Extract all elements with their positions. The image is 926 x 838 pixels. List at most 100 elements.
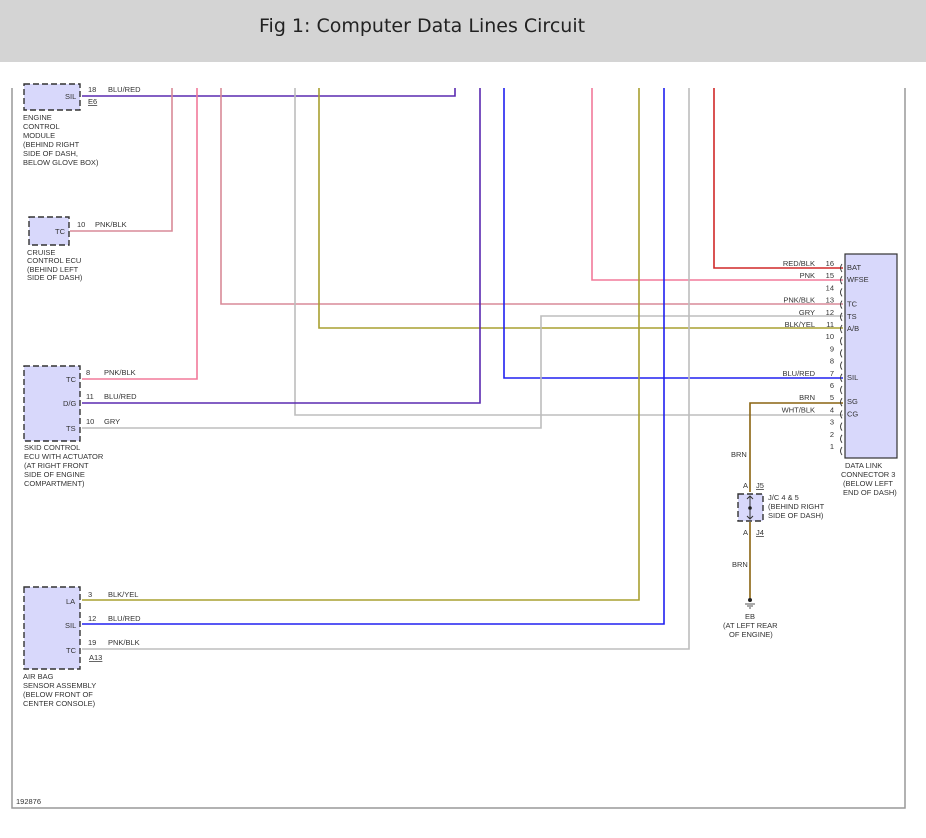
dlc-pin-number: 12 (826, 308, 834, 317)
label: A13 (89, 653, 102, 662)
label: 3 (88, 590, 92, 599)
dlc-pin-number: 11 (826, 320, 834, 329)
wire-airbag-sil (82, 88, 665, 625)
dlc-pin-label: SIL (847, 373, 858, 382)
dlc-pin-number: 8 (830, 357, 834, 366)
dlc-wire-color: WHT/BLK (782, 405, 815, 414)
wire-dlc-ab (318, 88, 843, 329)
label: (BELOW FRONT OF (23, 690, 93, 699)
dlc-pin-terminal (840, 434, 843, 444)
dlc-wire-color: GRY (799, 308, 815, 317)
label: TS (66, 424, 76, 433)
label: (AT LEFT REAR (723, 621, 778, 630)
label: BELOW GLOVE BOX) (23, 158, 99, 167)
label: PNK/BLK (104, 368, 136, 377)
label: (AT RIGHT FRONT (24, 461, 89, 470)
dlc-pin-terminal (840, 336, 843, 346)
dlc-wire-color: BRN (799, 393, 815, 402)
dlc-pin-number: 10 (826, 332, 834, 341)
label: 8 (86, 368, 90, 377)
label: 12 (88, 614, 96, 623)
dlc-pin-number: 2 (830, 430, 834, 439)
dlc-wire-color: BLU/RED (782, 369, 815, 378)
wire-dlc-tc (220, 88, 843, 305)
dlc-pin-number: 5 (830, 393, 834, 402)
skid-control-ecu: TC 8 PNK/BLK D/G 11 BLU/RED TS 10 GRY SK… (23, 365, 137, 488)
label: SIDE OF ENGINE (24, 470, 85, 479)
ground-icon (748, 598, 752, 602)
label: D/G (63, 399, 77, 408)
dlc-pin-label: A/B (847, 324, 859, 333)
label: E6 (88, 97, 97, 106)
label: PNK/BLK (108, 638, 140, 647)
label: J/C 4 & 5 (768, 493, 799, 502)
label: 11 (86, 392, 94, 401)
label: J4 (756, 528, 764, 537)
wiring-diagram: 192876 SIL 18 BLU/RED E6 ENGINE CONTROL … (11, 83, 906, 809)
dlc-pin-label: BAT (847, 263, 861, 272)
dlc-pin-terminal (840, 288, 843, 297)
dlc-wire-color: PNK/BLK (783, 296, 815, 305)
dlc-pin-number: 14 (826, 283, 834, 292)
dlc-pin-label: CG (847, 409, 858, 418)
label: GRY (104, 417, 120, 426)
air-bag-sensor-assembly: LA 3 BLK/YEL SIL 12 BLU/RED TC 19 PNK/BL… (23, 586, 141, 708)
dlc-pin-label: SG (847, 397, 858, 406)
junction-connector-4-5: BRN A J5 J/C 4 & 5 (BEHIND RIGHT SIDE OF… (731, 450, 825, 569)
label: SIDE OF DASH, (23, 149, 78, 158)
dlc-pin-terminal (840, 385, 843, 395)
wire-airbag-la (82, 88, 640, 601)
shape (748, 506, 752, 510)
label: AIR BAG (23, 672, 54, 681)
wire-dlc-bat (713, 88, 843, 269)
label: CONTROL (23, 122, 60, 131)
label: SIL (65, 92, 76, 101)
label: MODULE (23, 131, 55, 140)
label: EB (745, 612, 755, 621)
dlc-pin-label: TS (847, 312, 857, 321)
dlc-pin-terminal (840, 349, 843, 358)
label: SIL (65, 621, 76, 630)
dlc-pin-terminal (840, 361, 843, 370)
label: SKID CONTROL (24, 443, 80, 452)
label: LA (66, 597, 75, 606)
dlc-pin-number: 9 (830, 344, 834, 353)
label: TC (66, 375, 77, 384)
shape (745, 603, 755, 609)
wire-skid-tc (82, 88, 198, 380)
wire-skid-dg (82, 88, 481, 404)
dlc-wire-color: BLK/YEL (785, 320, 815, 329)
label: PNK/BLK (95, 220, 127, 229)
ground-eb: EB (AT LEFT REAR OF ENGINE) (723, 598, 778, 639)
label: CONNECTOR 3 (841, 470, 895, 479)
dlc-pin-number: 15 (826, 271, 834, 280)
dlc-pin-number: 7 (830, 369, 834, 378)
dlc-pin-terminal (840, 324, 843, 334)
label: ECU WITH ACTUATOR (24, 452, 104, 461)
label: (BEHIND RIGHT (768, 502, 825, 511)
label: 10 (77, 220, 85, 229)
label: A (743, 481, 748, 490)
label: BRN (731, 450, 747, 459)
label: (BEHIND RIGHT (23, 140, 80, 149)
label: END OF DASH) (843, 488, 897, 497)
dlc-pin-label: WFSE (847, 275, 869, 284)
label: CENTER CONSOLE) (23, 699, 96, 708)
dlc-pin-number: 16 (826, 259, 834, 268)
dlc-pin-terminal (840, 446, 843, 456)
label: (BELOW LEFT (843, 479, 893, 488)
label: OF ENGINE) (729, 630, 773, 639)
label: 19 (88, 638, 96, 647)
diagram-frame (11, 88, 906, 809)
label: CONTROL ECU (27, 256, 81, 265)
dlc-pin-terminal (840, 422, 843, 431)
label: A (743, 528, 748, 537)
dlc-pin-number: 6 (830, 381, 834, 390)
label: BLU/RED (108, 614, 141, 623)
label: BLK/YEL (108, 590, 138, 599)
label: BRN (732, 560, 748, 569)
label: TC (66, 646, 77, 655)
cruise-control-ecu: TC 10 PNK/BLK CRUISE CONTROL ECU (BEHIND… (27, 216, 127, 282)
label: 18 (88, 85, 96, 94)
dlc-wire-color: RED/BLK (783, 259, 815, 268)
